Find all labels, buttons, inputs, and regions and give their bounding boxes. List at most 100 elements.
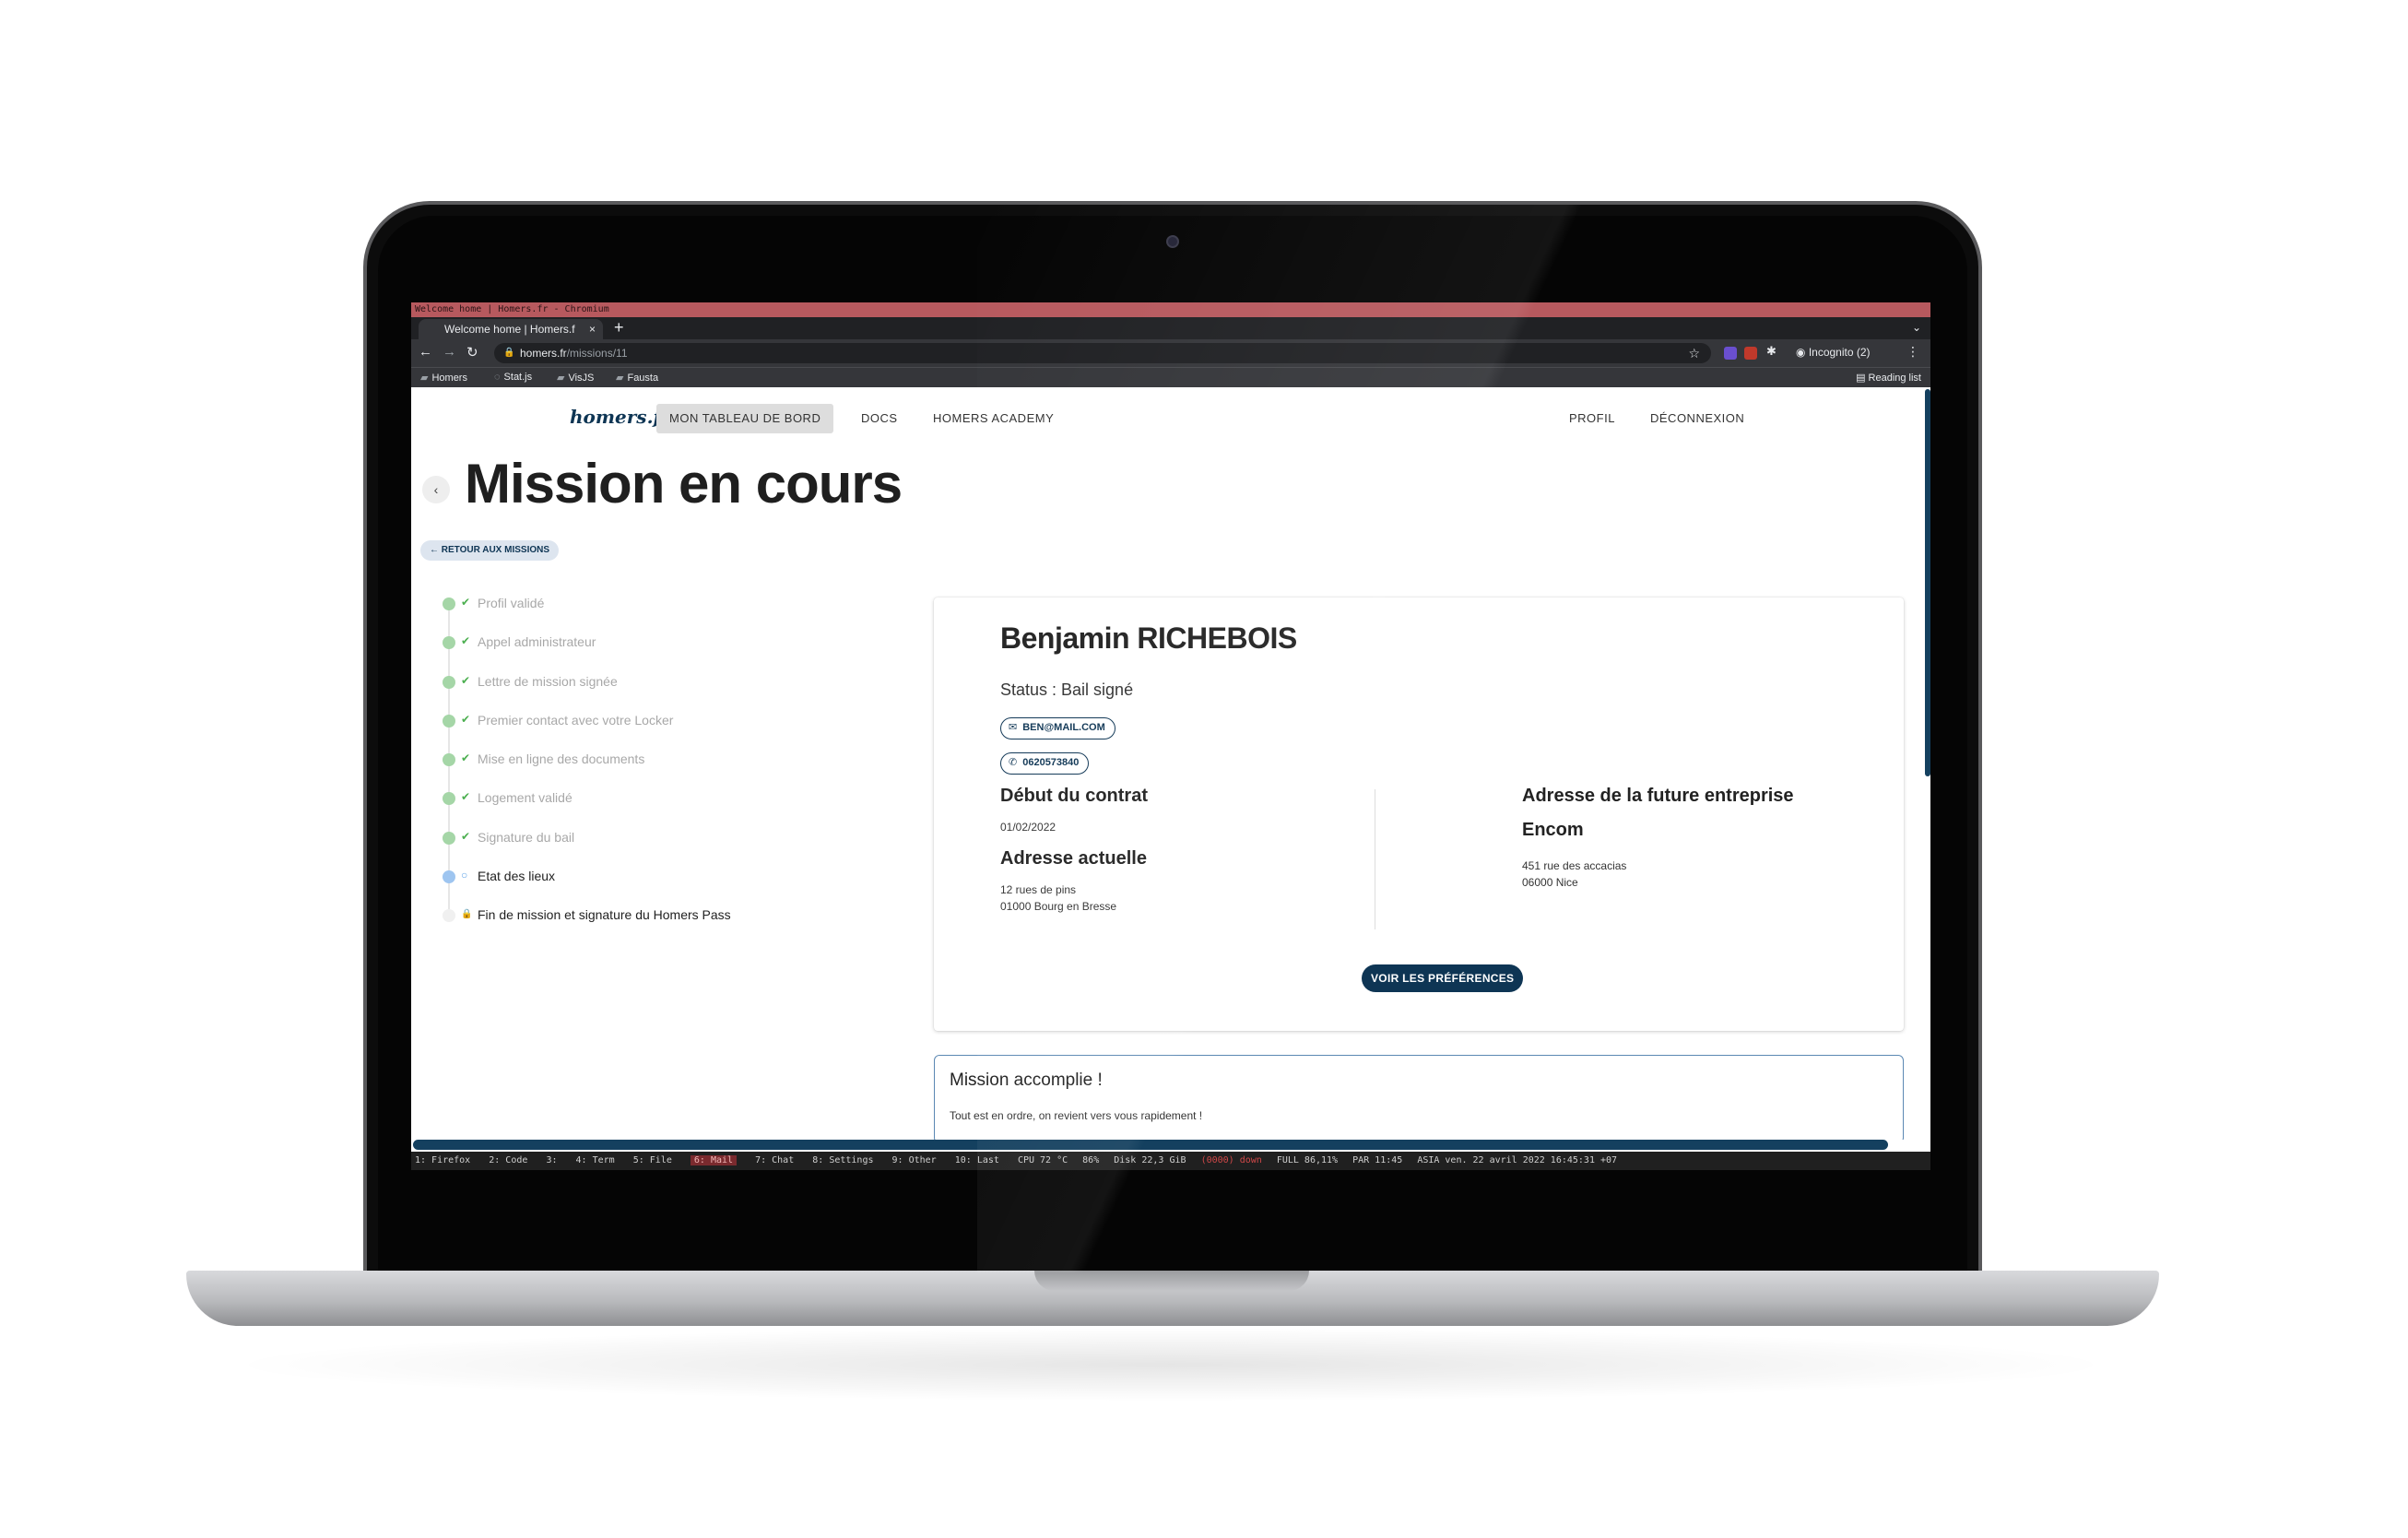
network-status: (0000) down: [1200, 1155, 1262, 1165]
product-mockup: Welcome home | Homers.fr - Chromium Welc…: [0, 0, 2408, 1538]
workspace-item[interactable]: 7: Chat: [755, 1155, 794, 1165]
nav-profile[interactable]: PROFIL: [1556, 404, 1628, 433]
reading-list-icon: ▤: [1856, 373, 1869, 384]
workspace-item[interactable]: 9: Other: [892, 1155, 937, 1165]
nav-homers-academy[interactable]: HOMERS ACADEMY: [920, 404, 1067, 433]
tenant-name: Benjamin RICHEBOIS: [1000, 621, 1297, 655]
cpu-usage: 86%: [1082, 1155, 1100, 1165]
browser-tab[interactable]: Welcome home | Homers.f ×: [419, 319, 603, 339]
back-to-missions-button[interactable]: ← RETOUR AUX MISSIONS: [420, 540, 560, 561]
lock-icon: 🔒: [461, 909, 473, 920]
current-address-line1: 12 rues de pins: [1000, 883, 1077, 896]
check-icon: ✔: [461, 829, 471, 843]
extension-icon[interactable]: [1744, 347, 1757, 360]
step-label: Mise en ligne des documents: [478, 751, 645, 767]
preferences-button[interactable]: VOIR LES PRÉFÉRENCES: [1362, 964, 1524, 992]
horizontal-scrollbar[interactable]: [411, 1140, 1930, 1152]
cpu-temp: CPU 72 °C: [1017, 1155, 1068, 1165]
address-bar[interactable]: 🔒 homers.fr/missions/11 ☆: [494, 343, 1711, 363]
bookmark-item[interactable]: ▰ Fausta: [616, 372, 658, 384]
bookmark-item[interactable]: ▰ VisJS: [557, 372, 594, 384]
nav-logout[interactable]: DÉCONNEXION: [1637, 404, 1757, 433]
step-label: Fin de mission et signature du Homers Pa…: [478, 907, 731, 923]
url-host: homers.fr: [520, 347, 567, 360]
tab-title: Welcome home | Homers.f: [444, 323, 575, 336]
workspace-item[interactable]: 8: Settings: [812, 1155, 873, 1165]
back-button[interactable]: ‹: [422, 476, 450, 503]
step-dot: [443, 597, 455, 610]
system-status-bar: 1: Firefox 2: Code 3: 4: Term 5: File 6:…: [411, 1152, 1930, 1170]
extension-icon[interactable]: [1724, 347, 1737, 360]
new-tab-button[interactable]: +: [614, 318, 624, 337]
step-label: Etat des lieux: [478, 869, 556, 884]
globe-icon: ◌: [494, 372, 501, 383]
phone-icon: ✆: [1009, 757, 1018, 768]
step-dot: [443, 636, 455, 650]
step-dot: [443, 753, 455, 767]
reading-list-button[interactable]: ▤ Reading list: [1856, 372, 1921, 384]
chevron-left-icon: ‹: [433, 482, 439, 497]
bookmark-item[interactable]: ▰ Homers: [420, 372, 467, 384]
workspace-item-active[interactable]: 6: Mail: [690, 1155, 738, 1165]
check-icon: ✔: [461, 634, 471, 648]
lock-icon: 🔒: [503, 348, 515, 358]
workspace-item[interactable]: 5: File: [633, 1155, 672, 1165]
reload-icon[interactable]: ↻: [466, 344, 478, 361]
back-arrow-icon[interactable]: ←: [419, 344, 432, 360]
workspace-item[interactable]: 1: Firefox: [415, 1155, 470, 1165]
browser-toolbar: ← → ↻ 🔒 homers.fr/missions/11 ☆ ✱ ◉ Inco…: [411, 339, 1930, 367]
step-item-current: ○ Etat des lieux: [439, 865, 844, 904]
scrollbar-thumb[interactable]: [413, 1140, 1888, 1150]
browser-tab-bar: Welcome home | Homers.f × + ⌄: [411, 317, 1930, 339]
check-icon: ✔: [461, 712, 471, 726]
workspace-item[interactable]: 10: Last: [955, 1155, 999, 1165]
browser-menu-icon[interactable]: ⋮: [1906, 344, 1919, 360]
phone-chip[interactable]: ✆ 0620573840: [1000, 752, 1090, 775]
contract-start-label: Début du contrat: [1000, 786, 1148, 806]
arrow-left-icon: ←: [430, 545, 442, 555]
step-dot: [443, 831, 455, 845]
clock-asia: ASIA ven. 22 avril 2022 16:45:31 +07: [1417, 1155, 1618, 1165]
web-page: homers.fr MON TABLEAU DE BORD DOCS HOMER…: [411, 387, 1930, 1143]
incognito-profile[interactable]: ◉ Incognito (2): [1796, 346, 1871, 359]
check-icon: ✔: [461, 790, 471, 804]
step-dot: [443, 675, 455, 689]
puzzle-extensions-icon[interactable]: ✱: [1766, 344, 1776, 359]
alert-text: Tout est en ordre, on revient vers vous …: [950, 1109, 1203, 1122]
page-title: Mission en cours: [465, 453, 903, 515]
step-item: ✔ Logement validé: [439, 787, 844, 825]
email-chip[interactable]: ✉ BEN@MAIL.COM: [1000, 717, 1115, 739]
mail-icon: ✉: [1009, 722, 1018, 733]
clock-paris: PAR 11:45: [1352, 1155, 1403, 1165]
tenant-card: Benjamin RICHEBOIS Status : Bail signé ✉…: [934, 597, 1904, 1031]
incognito-icon: ◉: [1796, 346, 1809, 359]
disk-usage: Disk 22,3 GiB: [1114, 1155, 1186, 1165]
forward-arrow-icon[interactable]: →: [443, 344, 456, 360]
battery-status: FULL 86,11%: [1276, 1155, 1339, 1165]
workspace-item[interactable]: 3:: [546, 1155, 557, 1165]
tenant-status: Status : Bail signé: [1000, 680, 1134, 699]
alert-title: Mission accomplie !: [950, 1071, 1103, 1090]
bookmark-star-icon[interactable]: ☆: [1688, 343, 1700, 363]
step-label: Signature du bail: [478, 829, 575, 845]
step-label: Premier contact avec votre Locker: [478, 712, 674, 728]
check-icon: ✔: [461, 751, 471, 765]
step-item: ✔ Appel administrateur: [439, 631, 844, 669]
current-address-label: Adresse actuelle: [1000, 848, 1147, 869]
url-path: /missions/11: [566, 347, 628, 360]
step-dot: [443, 870, 455, 884]
tab-search-chevron-icon[interactable]: ⌄: [1912, 321, 1921, 334]
company-address-label: Adresse de la future entreprise: [1522, 786, 1794, 806]
tab-close-icon[interactable]: ×: [589, 319, 596, 339]
workspace-item[interactable]: 4: Term: [576, 1155, 615, 1165]
company-address-line2: 06000 Nice: [1522, 876, 1578, 889]
workspace-item[interactable]: 2: Code: [489, 1155, 527, 1165]
step-item-locked: 🔒 Fin de mission et signature du Homers P…: [439, 904, 844, 942]
step-dot: [443, 792, 455, 806]
nav-docs[interactable]: DOCS: [848, 404, 911, 433]
bookmark-item[interactable]: ◌ Stat.js: [494, 372, 532, 383]
step-label: Logement validé: [478, 790, 572, 806]
page-scrollbar[interactable]: [1925, 389, 1930, 776]
step-item: ✔ Premier contact avec votre Locker: [439, 709, 844, 748]
nav-dashboard[interactable]: MON TABLEAU DE BORD: [656, 404, 834, 433]
